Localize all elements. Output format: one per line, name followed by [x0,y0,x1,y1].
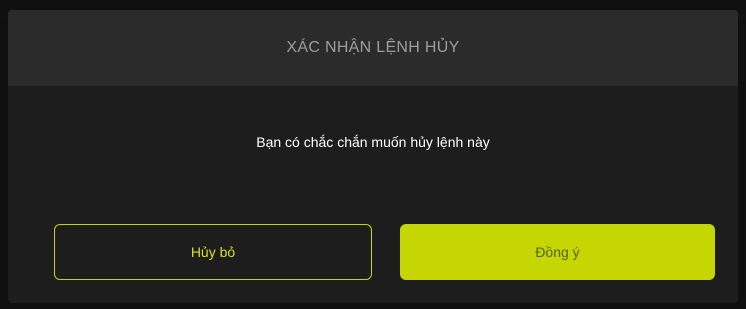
dialog-message: Bạn có chắc chắn muốn hủy lệnh này [256,134,490,150]
dialog-title: XÁC NHẬN LỆNH HỦY [286,39,460,56]
confirm-cancel-order-dialog: XÁC NHẬN LỆNH HỦY Bạn có chắc chắn muốn … [8,10,738,303]
cancel-button-label: Hủy bỏ [190,244,236,260]
confirm-button[interactable]: Đồng ý [400,224,715,280]
cancel-button[interactable]: Hủy bỏ [54,224,372,280]
dialog-header: XÁC NHẬN LỆNH HỦY [8,10,738,86]
confirm-button-label: Đồng ý [535,244,580,260]
